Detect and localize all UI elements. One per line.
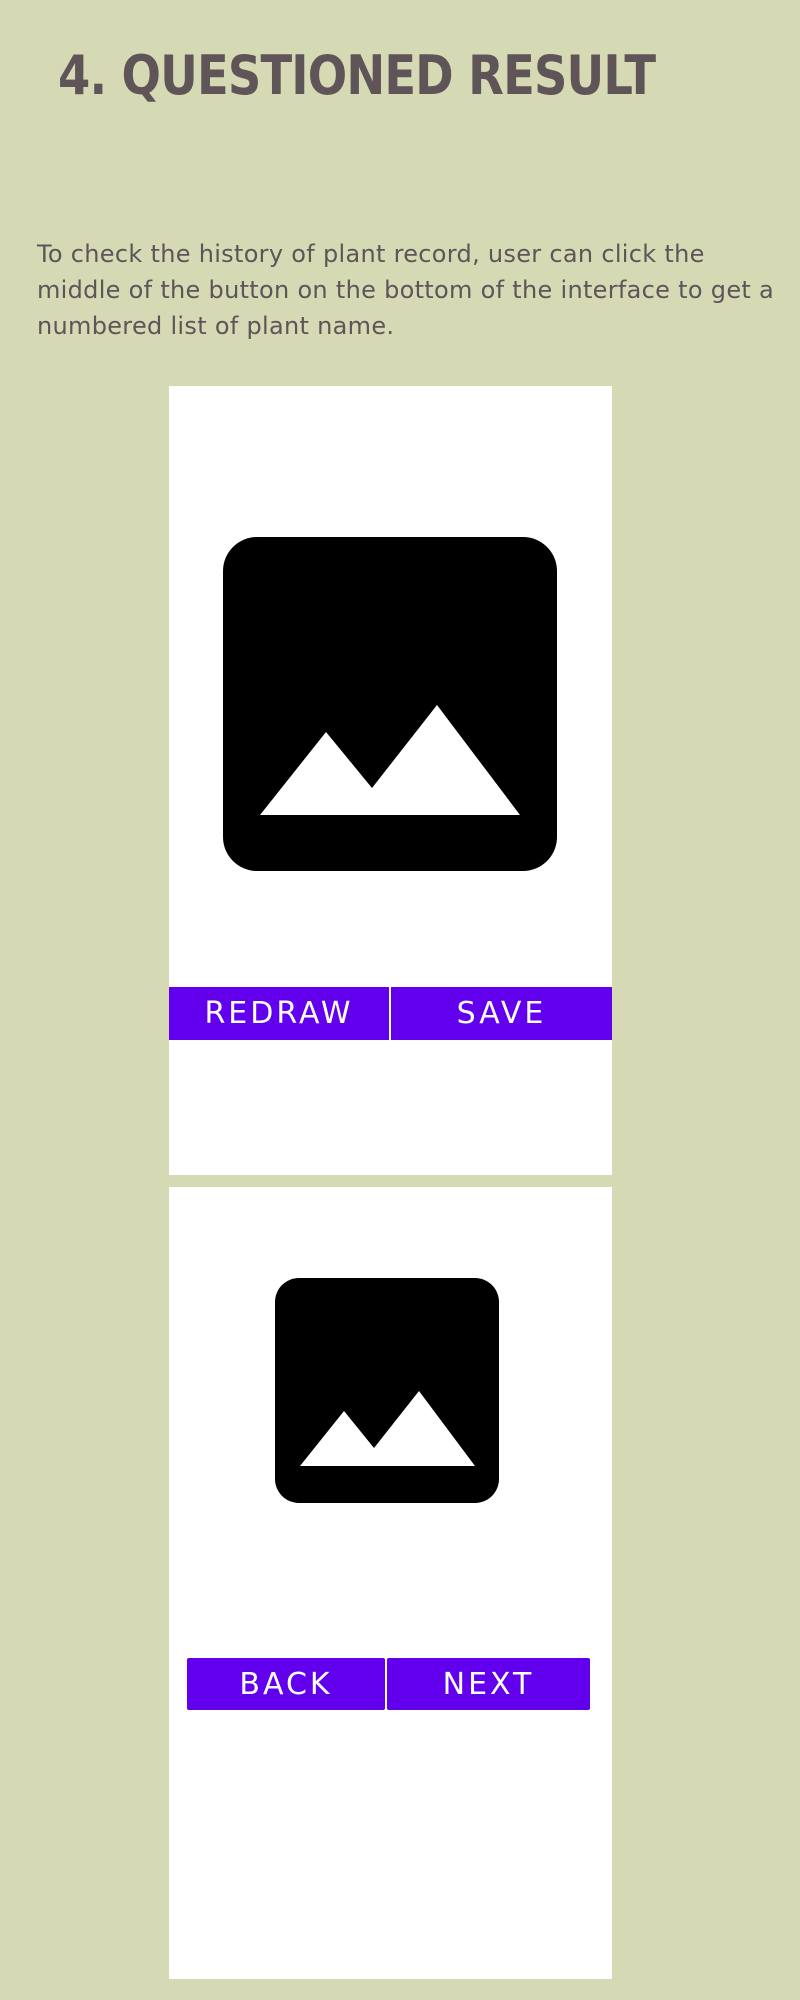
back-button[interactable]: BACK bbox=[187, 1658, 385, 1710]
mountain-image-icon bbox=[300, 1391, 475, 1466]
section-title: 4. QUESTIONED RESULT bbox=[58, 44, 656, 107]
mountain-image-icon bbox=[260, 705, 520, 815]
drawing-screen-mockup: REDRAW SAVE bbox=[169, 386, 612, 1175]
redraw-button[interactable]: REDRAW bbox=[169, 987, 389, 1040]
next-button[interactable]: NEXT bbox=[387, 1658, 590, 1710]
image-placeholder-icon bbox=[275, 1278, 499, 1503]
save-button[interactable]: SAVE bbox=[391, 987, 612, 1040]
image-placeholder-icon bbox=[223, 537, 557, 871]
history-screen-mockup: BACK NEXT bbox=[169, 1187, 612, 1979]
description-text: To check the history of plant record, us… bbox=[37, 240, 775, 340]
